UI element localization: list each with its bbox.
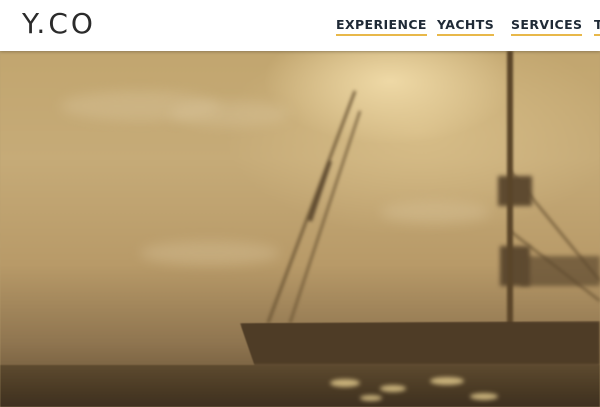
logo[interactable]: Y.CO <box>22 6 96 42</box>
water-glint <box>380 385 406 392</box>
spreader <box>498 176 532 206</box>
nav-item-truncated[interactable]: T <box>594 17 600 36</box>
site-header: Y.CO EXPERIENCE YACHTS SERVICES T <box>0 0 600 51</box>
water-glint <box>330 379 360 387</box>
furled-sail <box>520 256 600 286</box>
yacht-hull <box>240 321 600 365</box>
sea <box>0 365 600 407</box>
yacht-mast <box>507 51 513 326</box>
nav-item-experience[interactable]: EXPERIENCE <box>336 17 427 36</box>
water-glint <box>470 393 498 400</box>
water-glint <box>430 377 464 385</box>
nav-item-yachts[interactable]: YACHTS <box>437 17 495 36</box>
water-glint <box>360 395 382 401</box>
hero-image <box>0 51 600 407</box>
nav-item-services[interactable]: SERVICES <box>511 17 583 36</box>
page: Y.CO EXPERIENCE YACHTS SERVICES T <box>0 0 600 407</box>
